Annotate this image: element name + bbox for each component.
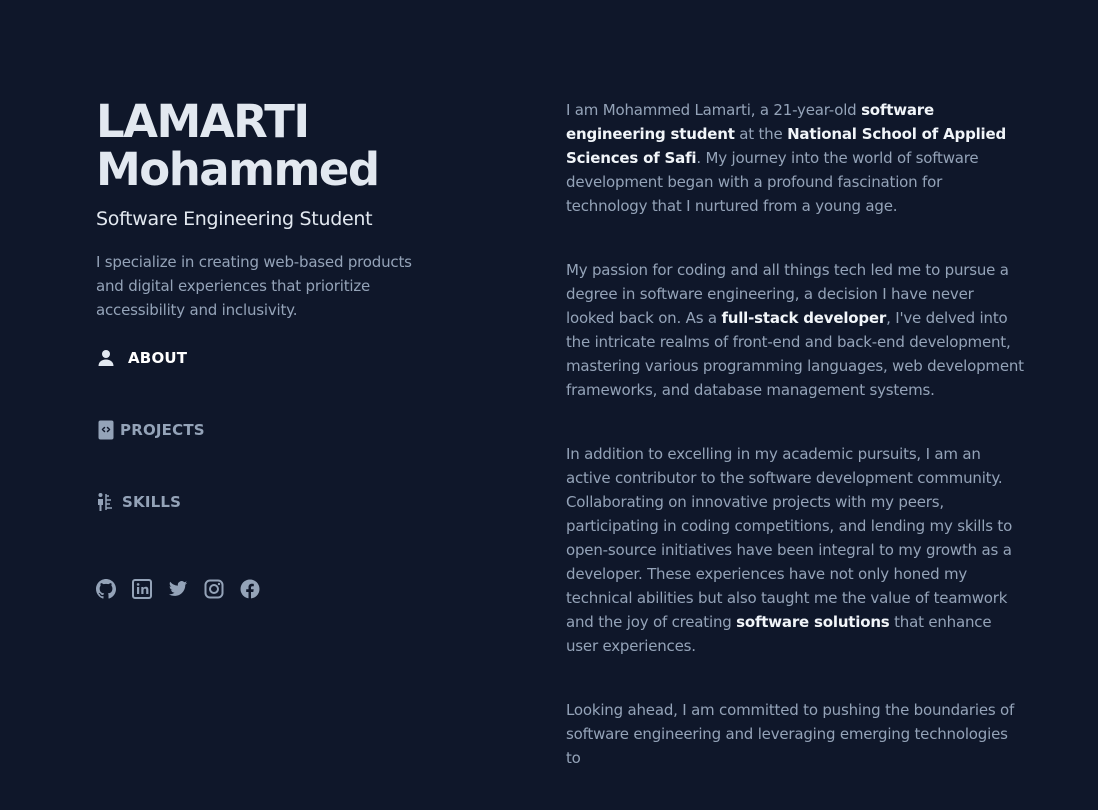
linkedin-icon[interactable] <box>132 579 152 599</box>
about-section: I am Mohammed Lamarti, a 21-year-old sof… <box>566 98 1026 810</box>
intro-text: I specialize in creating web-based produ… <box>96 253 412 319</box>
highlight-text: software solutions <box>736 613 890 631</box>
skills-chart-icon <box>96 492 116 512</box>
about-text: Looking ahead, I am committed to pushing… <box>566 701 1015 767</box>
person-icon <box>96 348 116 368</box>
nav-item-projects[interactable]: PROJECTS <box>96 420 205 440</box>
about-paragraph-2: My passion for coding and all things tec… <box>566 258 1026 402</box>
nav-item-about[interactable]: ABOUT <box>96 348 187 368</box>
name-line-1: LAMARTI <box>96 95 310 148</box>
nav-item-label: ABOUT <box>128 349 188 367</box>
code-file-icon <box>96 420 116 440</box>
social-links <box>96 579 260 599</box>
highlight-text: full-stack developer <box>721 309 887 327</box>
page-title: LAMARTI Mohammed <box>96 98 436 194</box>
name-line-2: Mohammed <box>96 143 380 196</box>
about-paragraph-4: Looking ahead, I am committed to pushing… <box>566 698 1026 770</box>
nav-item-skills[interactable]: SKILLS <box>96 492 181 512</box>
twitter-icon[interactable] <box>168 579 188 599</box>
github-icon[interactable] <box>96 579 116 599</box>
profile-header: LAMARTI Mohammed Software Engineering St… <box>96 98 436 322</box>
nav-item-label: PROJECTS <box>120 421 205 439</box>
about-text: at the <box>734 125 788 143</box>
about-text: I am Mohammed Lamarti, a 21-year-old <box>566 101 862 119</box>
about-text: In addition to excelling in my academic … <box>566 445 1013 631</box>
about-paragraph-3: In addition to excelling in my academic … <box>566 442 1026 658</box>
about-paragraph-1: I am Mohammed Lamarti, a 21-year-old sof… <box>566 98 1026 218</box>
facebook-icon[interactable] <box>240 579 260 599</box>
role-subtitle: Software Engineering Student <box>96 208 373 230</box>
nav-item-label: SKILLS <box>122 493 182 511</box>
instagram-icon[interactable] <box>204 579 224 599</box>
